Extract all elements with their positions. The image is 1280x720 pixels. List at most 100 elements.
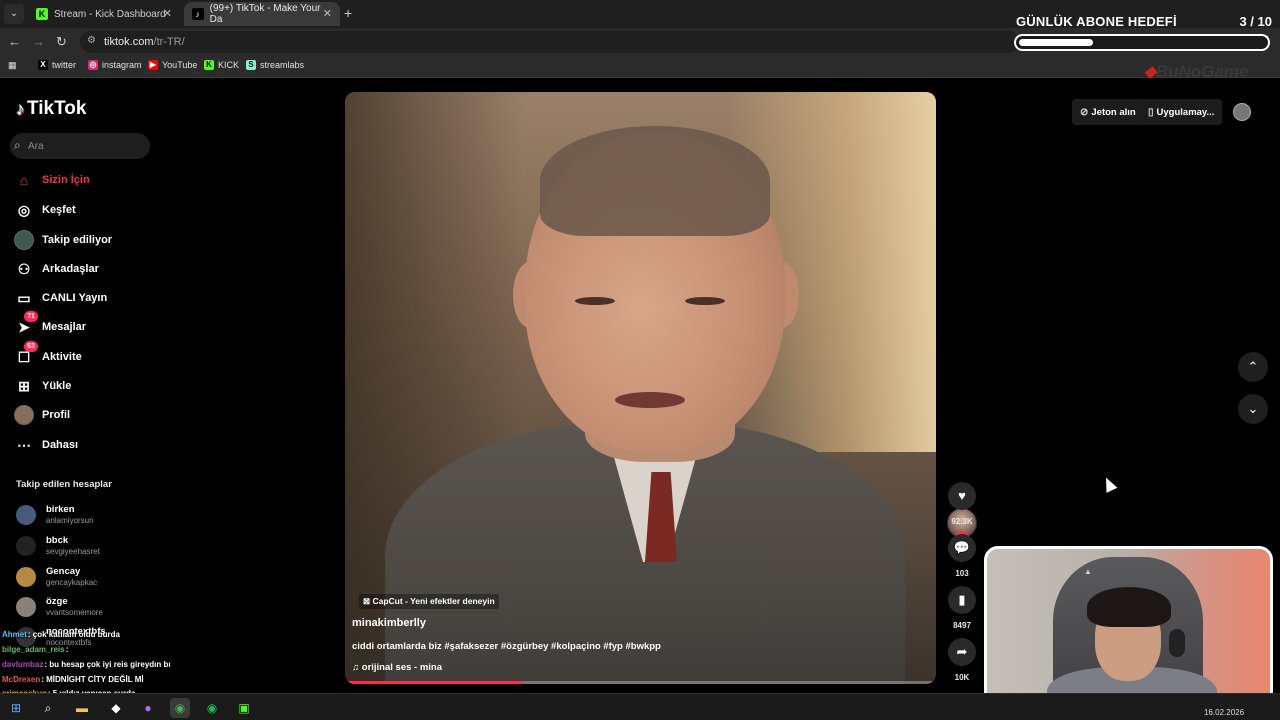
kick-icon: K xyxy=(204,60,214,70)
get-app-button[interactable]: ▯ Uygulamay... xyxy=(1140,99,1223,125)
spotify-icon[interactable]: ◉ xyxy=(202,698,222,718)
subscriber-goal-overlay: GÜNLÜK ABONE HEDEFİ 3 / 10 xyxy=(1014,6,1276,54)
bookmark-twitter[interactable]: Xtwitter xyxy=(38,60,76,70)
chat-message: bilge_adam_reis: xyxy=(2,645,69,654)
music-note-icon: ♫ xyxy=(352,662,362,673)
url-bar[interactable]: ⚙ tiktok.com/tr-TR/ xyxy=(80,31,1020,53)
messages-badge: 71 xyxy=(24,311,38,322)
site-info-icon[interactable]: ⚙ xyxy=(87,35,96,46)
nav-profile[interactable]: Profil xyxy=(14,403,70,427)
back-icon[interactable]: ← xyxy=(8,34,21,49)
profile-icon xyxy=(14,405,34,425)
mouse-cursor-icon xyxy=(1100,475,1118,493)
bookmark-instagram[interactable]: ◎ instagram xyxy=(88,60,142,70)
chat-message: davlumbaz: bu hesap çok iyi reis gireydı… xyxy=(2,660,171,669)
video-username[interactable]: minakimberlly xyxy=(352,617,426,629)
taskbar-date: 16.02.2026 xyxy=(1204,708,1245,717)
capcut-effect-tag[interactable]: ⊠ CapCut - Yeni efektler deneyin xyxy=(359,594,499,609)
tab-title: (99+) TikTok - Make Your Da xyxy=(209,3,321,25)
comment-count: 103 xyxy=(955,569,969,578)
like-heart-icon[interactable]: ♥ xyxy=(948,482,976,510)
bookmark-streamlabs[interactable]: Sstreamlabs xyxy=(246,60,304,70)
avatar xyxy=(16,597,36,617)
reload-icon[interactable]: ↻ xyxy=(56,34,67,50)
home-icon: ⌂ xyxy=(19,172,29,188)
share-count: 10K xyxy=(954,673,970,682)
streamlabs-icon: S xyxy=(246,60,256,70)
nav-activity[interactable]: ☐ 63 Aktivite xyxy=(14,341,82,369)
get-coins-button[interactable]: ⊘ Jeton alın xyxy=(1072,99,1144,125)
close-tab-icon[interactable]: ✕ xyxy=(323,7,332,20)
video-progress-bar[interactable] xyxy=(345,681,936,684)
tiktok-logo[interactable]: ♪ TikTok xyxy=(16,98,86,120)
search-icon[interactable]: ⌕ xyxy=(38,698,58,718)
coin-icon: ⊘ xyxy=(1080,106,1089,118)
goal-progress-bar xyxy=(1014,34,1270,51)
following-section-title: Takip edilen hesaplar xyxy=(16,479,112,490)
new-tab-icon[interactable]: + xyxy=(344,5,352,21)
upload-icon: ⊞ xyxy=(18,378,30,394)
previous-video-chevron-up-icon[interactable]: ⌃ xyxy=(1238,352,1268,382)
video-music[interactable]: ♫ orijinal ses - mina xyxy=(352,662,442,673)
tab-title: Stream - Kick Dashboard xyxy=(54,8,166,20)
tab-tiktok[interactable]: ♪ (99+) TikTok - Make Your Da ✕ xyxy=(184,2,340,26)
bookmark-kick[interactable]: K KICK xyxy=(204,60,239,70)
goal-title: GÜNLÜK ABONE HEDEFİ xyxy=(1016,14,1177,29)
tiktok-icon: ♪ xyxy=(192,8,204,20)
chrome-icon[interactable]: ◉ xyxy=(170,698,190,718)
close-tab-icon[interactable]: ✕ xyxy=(163,7,172,20)
windows-start-icon[interactable]: ⊞ xyxy=(6,698,26,718)
app-icon[interactable]: ◆ xyxy=(106,698,126,718)
streamlabs-icon[interactable]: ▣ xyxy=(234,698,254,718)
file-explorer-icon[interactable]: ▬ xyxy=(72,698,92,718)
messages-icon: ➤ 71 xyxy=(14,311,38,337)
nav-friends[interactable]: ⚇ Arkadaşlar xyxy=(14,257,99,281)
tab-kick-dashboard[interactable]: K Stream - Kick Dashboard ✕ xyxy=(28,2,180,26)
headphone-icon xyxy=(1169,629,1185,657)
forward-icon[interactable]: → xyxy=(32,34,45,49)
share-arrow-icon[interactable]: ➦ xyxy=(948,638,976,666)
search-box[interactable]: ⌕ xyxy=(10,133,150,159)
video-progress-fill xyxy=(345,681,523,684)
x-icon: X xyxy=(38,60,48,70)
following-avatar-icon xyxy=(14,230,34,250)
windows-taskbar: ⊞ ⌕ ▬ ◆ ● ◉ ◉ ▣ 16.02.2026 xyxy=(0,693,1280,720)
nav-upload[interactable]: ⊞ Yükle xyxy=(14,374,71,398)
kick-icon: K xyxy=(36,8,48,20)
nav-following[interactable]: Takip ediliyor xyxy=(14,228,112,252)
activity-icon: ☐ 63 xyxy=(14,341,38,367)
next-video-chevron-down-icon[interactable]: ⌄ xyxy=(1238,394,1268,424)
comment-icon[interactable]: 💬 xyxy=(948,534,976,562)
live-icon: ▭ xyxy=(17,290,31,306)
avatar xyxy=(16,567,36,587)
bookmark-icon[interactable]: ▮ xyxy=(948,586,976,614)
tiktok-note-icon: ♪ xyxy=(16,98,25,119)
nav-live[interactable]: ▭ CANLI Yayın xyxy=(14,286,107,310)
video-player[interactable]: ⊠ CapCut - Yeni efektler deneyin minakim… xyxy=(345,92,936,684)
compass-icon: ◎ xyxy=(17,202,31,218)
tab-search-icon[interactable]: ⌄ xyxy=(4,4,24,24)
webcam-overlay: ▲ xyxy=(984,546,1273,707)
nav-messages[interactable]: ➤ 71 Mesajlar xyxy=(14,311,86,339)
avatar xyxy=(16,536,36,556)
apps-grid-icon[interactable]: ▦ xyxy=(8,60,17,71)
more-icon: ⋯ xyxy=(17,437,31,453)
search-icon: ⌕ xyxy=(14,138,21,152)
save-count: 8497 xyxy=(953,621,971,630)
chair-logo: ▲ xyxy=(1084,567,1092,576)
instagram-icon: ◎ xyxy=(88,60,98,70)
friends-icon: ⚇ xyxy=(17,261,31,277)
search-input[interactable] xyxy=(28,137,144,155)
nav-more[interactable]: ⋯ Dahası xyxy=(14,433,78,457)
nav-for-you[interactable]: ⌂ Sizin İçin xyxy=(14,168,90,192)
activity-badge: 63 xyxy=(24,341,38,352)
nav-explore[interactable]: ◎ Keşfet xyxy=(14,198,76,222)
goal-count: 3 / 10 xyxy=(1239,14,1272,29)
chat-message: Ahmet: çok katliam oldu burda xyxy=(2,630,120,639)
discord-icon[interactable]: ● xyxy=(138,698,158,718)
avatar xyxy=(16,505,36,525)
phone-icon: ▯ xyxy=(1148,106,1154,118)
avatar[interactable] xyxy=(1233,103,1251,121)
like-count: 92.3K xyxy=(951,517,973,526)
bookmark-youtube[interactable]: ▶ YouTube xyxy=(148,60,197,70)
